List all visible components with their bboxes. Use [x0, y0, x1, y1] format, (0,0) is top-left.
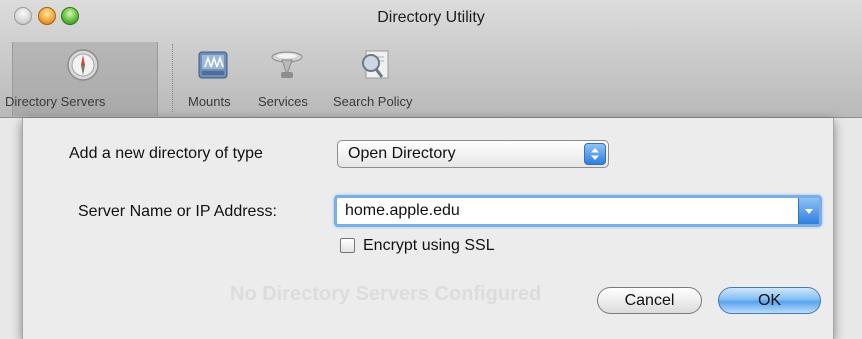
mounts-icon — [198, 51, 228, 79]
up-down-arrows-icon — [591, 148, 599, 160]
combobox-dropdown-button[interactable] — [798, 198, 819, 224]
search-policy-icon — [362, 50, 389, 79]
cancel-button[interactable]: Cancel — [597, 287, 702, 314]
titlebar-toolbar: Directory Utility Directory Servers Moun… — [0, 0, 862, 118]
toolbar-item-search-policy[interactable]: Search Policy — [333, 42, 433, 116]
directory-type-label: Add a new directory of type — [69, 145, 263, 162]
popup-arrows-icon — [584, 143, 606, 165]
chevron-down-icon — [805, 209, 813, 214]
directory-type-popup[interactable]: Open Directory — [337, 140, 609, 168]
directory-utility-window: Directory Utility Directory Servers Moun… — [0, 0, 862, 339]
server-name-input[interactable]: home.apple.edu — [345, 202, 460, 220]
toolbar-item-mounts[interactable]: Mounts — [182, 42, 252, 116]
toolbar-label-mounts: Mounts — [188, 94, 231, 109]
compass-icon — [67, 49, 99, 81]
toolbar-label-directory-servers: Directory Servers — [5, 94, 106, 109]
directory-type-value: Open Directory — [348, 145, 456, 162]
server-name-label: Server Name or IP Address: — [78, 203, 277, 220]
toolbar-item-directory-servers[interactable]: Directory Servers — [5, 42, 158, 116]
toolbar-label-services: Services — [258, 94, 308, 109]
window-title: Directory Utility — [377, 9, 485, 26]
toolbar-item-services[interactable]: Services — [254, 42, 324, 116]
ok-button[interactable]: OK — [718, 287, 821, 314]
toolbar-separator — [172, 44, 173, 112]
encrypt-ssl-label: Encrypt using SSL — [363, 237, 495, 254]
no-servers-background-message: No Directory Servers Configured — [230, 283, 542, 305]
toolbar-label-search-policy: Search Policy — [333, 94, 413, 109]
encrypt-ssl-checkbox[interactable] — [340, 238, 355, 253]
server-name-combobox[interactable]: home.apple.edu — [334, 195, 822, 227]
services-icon — [271, 51, 303, 78]
